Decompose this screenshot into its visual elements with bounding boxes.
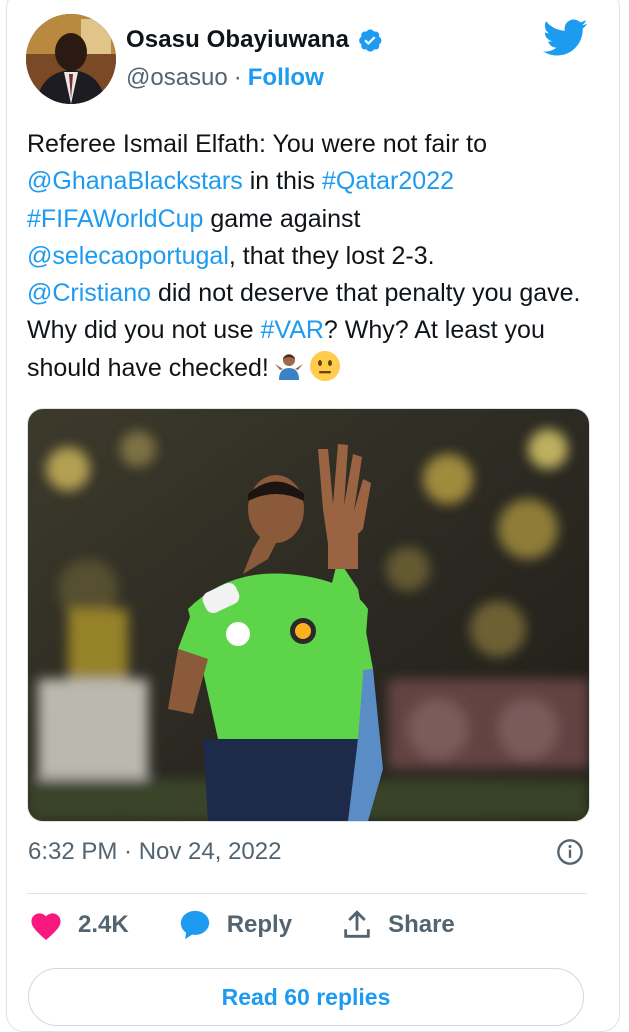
hashtag-qatar2022-link[interactable]: #Qatar2022 (322, 167, 454, 195)
reply-button[interactable]: Reply (177, 908, 292, 942)
read-replies-button[interactable]: Read 60 replies (28, 968, 584, 1026)
tweet-text-segment: game against (203, 204, 361, 233)
tweet-text: Referee Ismail Elfath: You were not fair… (27, 126, 587, 387)
heart-icon (31, 913, 61, 941)
person-shrugging-emoji (274, 353, 303, 380)
mention-selecaoportugal-link[interactable]: @selecaoportugal (27, 242, 229, 270)
author-handle[interactable]: @osasuo (126, 64, 228, 92)
divider (27, 893, 587, 894)
avatar[interactable] (26, 14, 116, 104)
hashtag-fifaworldcup-link[interactable]: #FIFAWorldCup (27, 205, 203, 233)
follow-button[interactable]: Follow (248, 64, 324, 92)
like-count: 2.4K (78, 911, 129, 938)
reply-bubble-icon (180, 910, 209, 940)
author-name[interactable]: Osasu Obayiuwana (126, 26, 349, 54)
tweet-photo[interactable] (27, 408, 590, 822)
share-button[interactable]: Share (340, 908, 455, 942)
verified-badge-icon (359, 29, 382, 52)
reply-label: Reply (226, 911, 293, 938)
tweet-timestamp[interactable]: 6:32 PM · Nov 24, 2022 (28, 838, 281, 866)
mention-cristiano-link[interactable]: @Cristiano (27, 279, 151, 307)
info-icon[interactable] (556, 838, 584, 866)
mention-ghana-blackstars-link[interactable]: @GhanaBlackstars (27, 167, 243, 195)
tweet-text-segment: Referee Ismail Elfath: You were not fair… (27, 130, 487, 158)
neutral-face-emoji (309, 350, 340, 381)
twitter-bird-icon[interactable] (543, 19, 588, 57)
separator-dot: · (233, 64, 242, 91)
share-upload-icon (344, 910, 370, 938)
tweet-text-segment: in this (242, 167, 322, 196)
hashtag-var-link[interactable]: #VAR (260, 316, 323, 344)
tweet-text-segment: , that they lost 2-3. (228, 241, 435, 270)
share-label: Share (388, 911, 455, 938)
like-button[interactable]: 2.4K (28, 909, 129, 941)
